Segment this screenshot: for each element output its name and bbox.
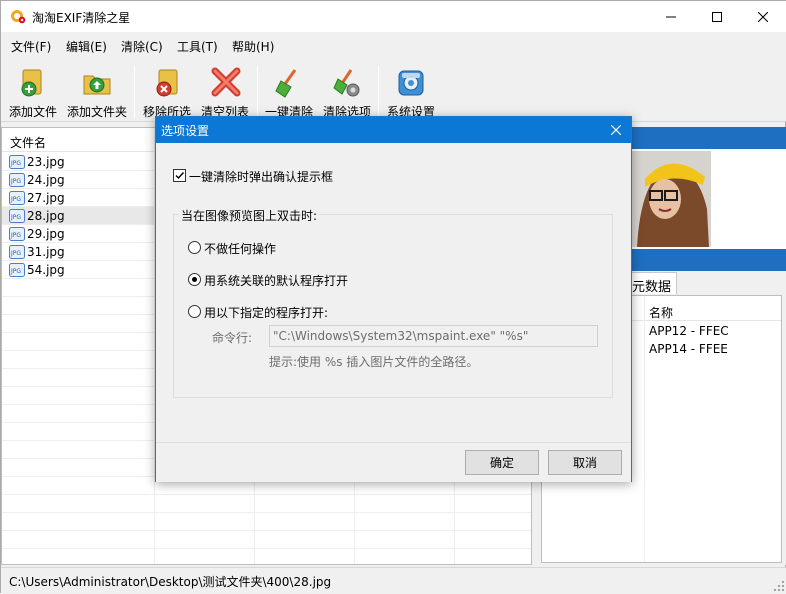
jpg-file-icon: JPG xyxy=(9,155,25,169)
minimize-button[interactable] xyxy=(648,1,694,32)
add-folder-button[interactable]: 添加文件夹 xyxy=(65,64,129,120)
options-dialog: 选项设置 一键清除时弹出确认提示框 当在图像预览图上双击时: 不做任何操作 用系… xyxy=(155,116,632,482)
name-column-header: 名称 xyxy=(649,306,674,320)
status-bar: C:\Users\Administrator\Desktop\测试文件夹\400… xyxy=(1,567,786,594)
toolbar: 添加文件 添加文件夹 移除所选 清空列表 一键清除 清除选项 系统设置 xyxy=(1,60,786,122)
file-name: 24.jpg xyxy=(27,173,65,187)
title-bar: 淘淘EXIF清除之星 xyxy=(1,1,786,32)
clean-options-button[interactable]: 清除选项 xyxy=(321,64,373,120)
cancel-button[interactable]: 取消 xyxy=(548,450,622,475)
close-button[interactable] xyxy=(740,1,786,32)
menu-clean[interactable]: 清除(C) xyxy=(121,38,163,55)
radio-default-program[interactable] xyxy=(188,273,201,286)
svg-text:JPG: JPG xyxy=(10,268,21,275)
minimize-icon xyxy=(666,16,676,17)
radio-custom-program[interactable] xyxy=(188,305,201,318)
jpg-file-icon: JPG xyxy=(9,173,25,187)
file-name: 31.jpg xyxy=(27,245,65,259)
file-name: 28.jpg xyxy=(27,209,65,223)
dialog-footer: 确定 取消 xyxy=(156,442,631,482)
clear-list-icon xyxy=(211,67,241,97)
dialog-title: 选项设置 xyxy=(161,124,210,138)
jpg-file-icon: JPG xyxy=(9,191,25,205)
add-file-icon xyxy=(21,69,42,97)
confirm-checkbox[interactable] xyxy=(173,169,186,182)
broom-icon xyxy=(275,69,297,98)
file-name: 27.jpg xyxy=(27,191,65,205)
close-icon xyxy=(758,11,768,22)
file-name: 54.jpg xyxy=(27,263,65,277)
one-click-clean-button[interactable]: 一键清除 xyxy=(263,64,315,120)
cmd-hint: 提示:使用 %s 插入图片文件的全路径。 xyxy=(269,355,479,369)
dialog-close-button[interactable] xyxy=(605,119,627,141)
broom-gear-icon xyxy=(333,69,360,97)
add-file-button[interactable]: 添加文件 xyxy=(7,64,59,120)
file-name: 23.jpg xyxy=(27,155,65,169)
filename-column-header: 文件名 xyxy=(10,136,47,150)
svg-text:JPG: JPG xyxy=(10,178,21,185)
dialog-title-bar[interactable]: 选项设置 xyxy=(156,117,631,143)
menu-file[interactable]: 文件(F) xyxy=(11,38,51,55)
clear-list-button[interactable]: 清空列表 xyxy=(199,64,251,120)
menu-tools[interactable]: 工具(T) xyxy=(177,38,218,55)
remove-selected-button[interactable]: 移除所选 xyxy=(141,64,193,120)
jpg-file-icon: JPG xyxy=(9,227,25,241)
radio-none[interactable] xyxy=(188,241,201,254)
close-icon xyxy=(611,125,621,135)
metadata-row: APP12 - FFEC xyxy=(649,324,729,338)
remove-file-icon xyxy=(156,69,178,97)
jpg-file-icon: JPG xyxy=(9,263,25,277)
menu-edit[interactable]: 编辑(E) xyxy=(66,38,107,55)
app-title: 淘淘EXIF清除之星 xyxy=(32,11,131,25)
cmd-label: 命令行: xyxy=(212,331,253,345)
doubleclick-group-title: 当在图像预览图上双击时: xyxy=(179,207,320,224)
metadata-row: APP14 - FFEE xyxy=(649,342,728,356)
status-path: C:\Users\Administrator\Desktop\测试文件夹\400… xyxy=(9,575,332,589)
svg-text:JPG: JPG xyxy=(10,196,21,203)
maximize-icon xyxy=(712,11,722,22)
menu-bar: 文件(F) 编辑(E) 清除(C) 工具(T) 帮助(H) xyxy=(1,32,786,60)
dialog-body: 一键清除时弹出确认提示框 当在图像预览图上双击时: 不做任何操作 用系统关联的默… xyxy=(156,143,631,442)
app-logo-icon xyxy=(11,10,26,24)
jpg-file-icon: JPG xyxy=(9,245,25,259)
radio-none-label[interactable]: 不做任何操作 xyxy=(204,240,276,257)
settings-icon xyxy=(398,70,424,96)
add-folder-label: 添加文件夹 xyxy=(66,105,127,119)
settings-button[interactable]: 系统设置 xyxy=(385,64,437,120)
jpg-file-icon: JPG xyxy=(9,209,25,223)
confirm-checkbox-label[interactable]: 一键清除时弹出确认提示框 xyxy=(189,168,333,185)
metadata-tab-label: 元数据 xyxy=(632,280,672,295)
file-name: 29.jpg xyxy=(27,227,65,241)
resize-grip-icon[interactable] xyxy=(773,580,785,592)
svg-text:JPG: JPG xyxy=(10,250,21,257)
svg-text:JPG: JPG xyxy=(10,214,21,221)
ok-button[interactable]: 确定 xyxy=(465,450,539,475)
add-folder-icon xyxy=(83,75,111,95)
main-window: 淘淘EXIF清除之星 文件(F) 编辑(E) 清除(C) 工具(T) 帮助(H)… xyxy=(0,0,786,594)
checkmark-icon xyxy=(175,172,185,180)
svg-text:JPG: JPG xyxy=(10,232,21,239)
svg-text:JPG: JPG xyxy=(10,160,21,167)
radio-default-label[interactable]: 用系统关联的默认程序打开 xyxy=(204,272,348,289)
tab-metadata[interactable]: 元数据 xyxy=(627,272,677,295)
cmd-input[interactable] xyxy=(269,325,598,347)
add-file-label: 添加文件 xyxy=(8,105,57,119)
radio-custom-label[interactable]: 用以下指定的程序打开: xyxy=(204,304,328,321)
maximize-button[interactable] xyxy=(694,1,740,32)
menu-help[interactable]: 帮助(H) xyxy=(232,38,274,55)
